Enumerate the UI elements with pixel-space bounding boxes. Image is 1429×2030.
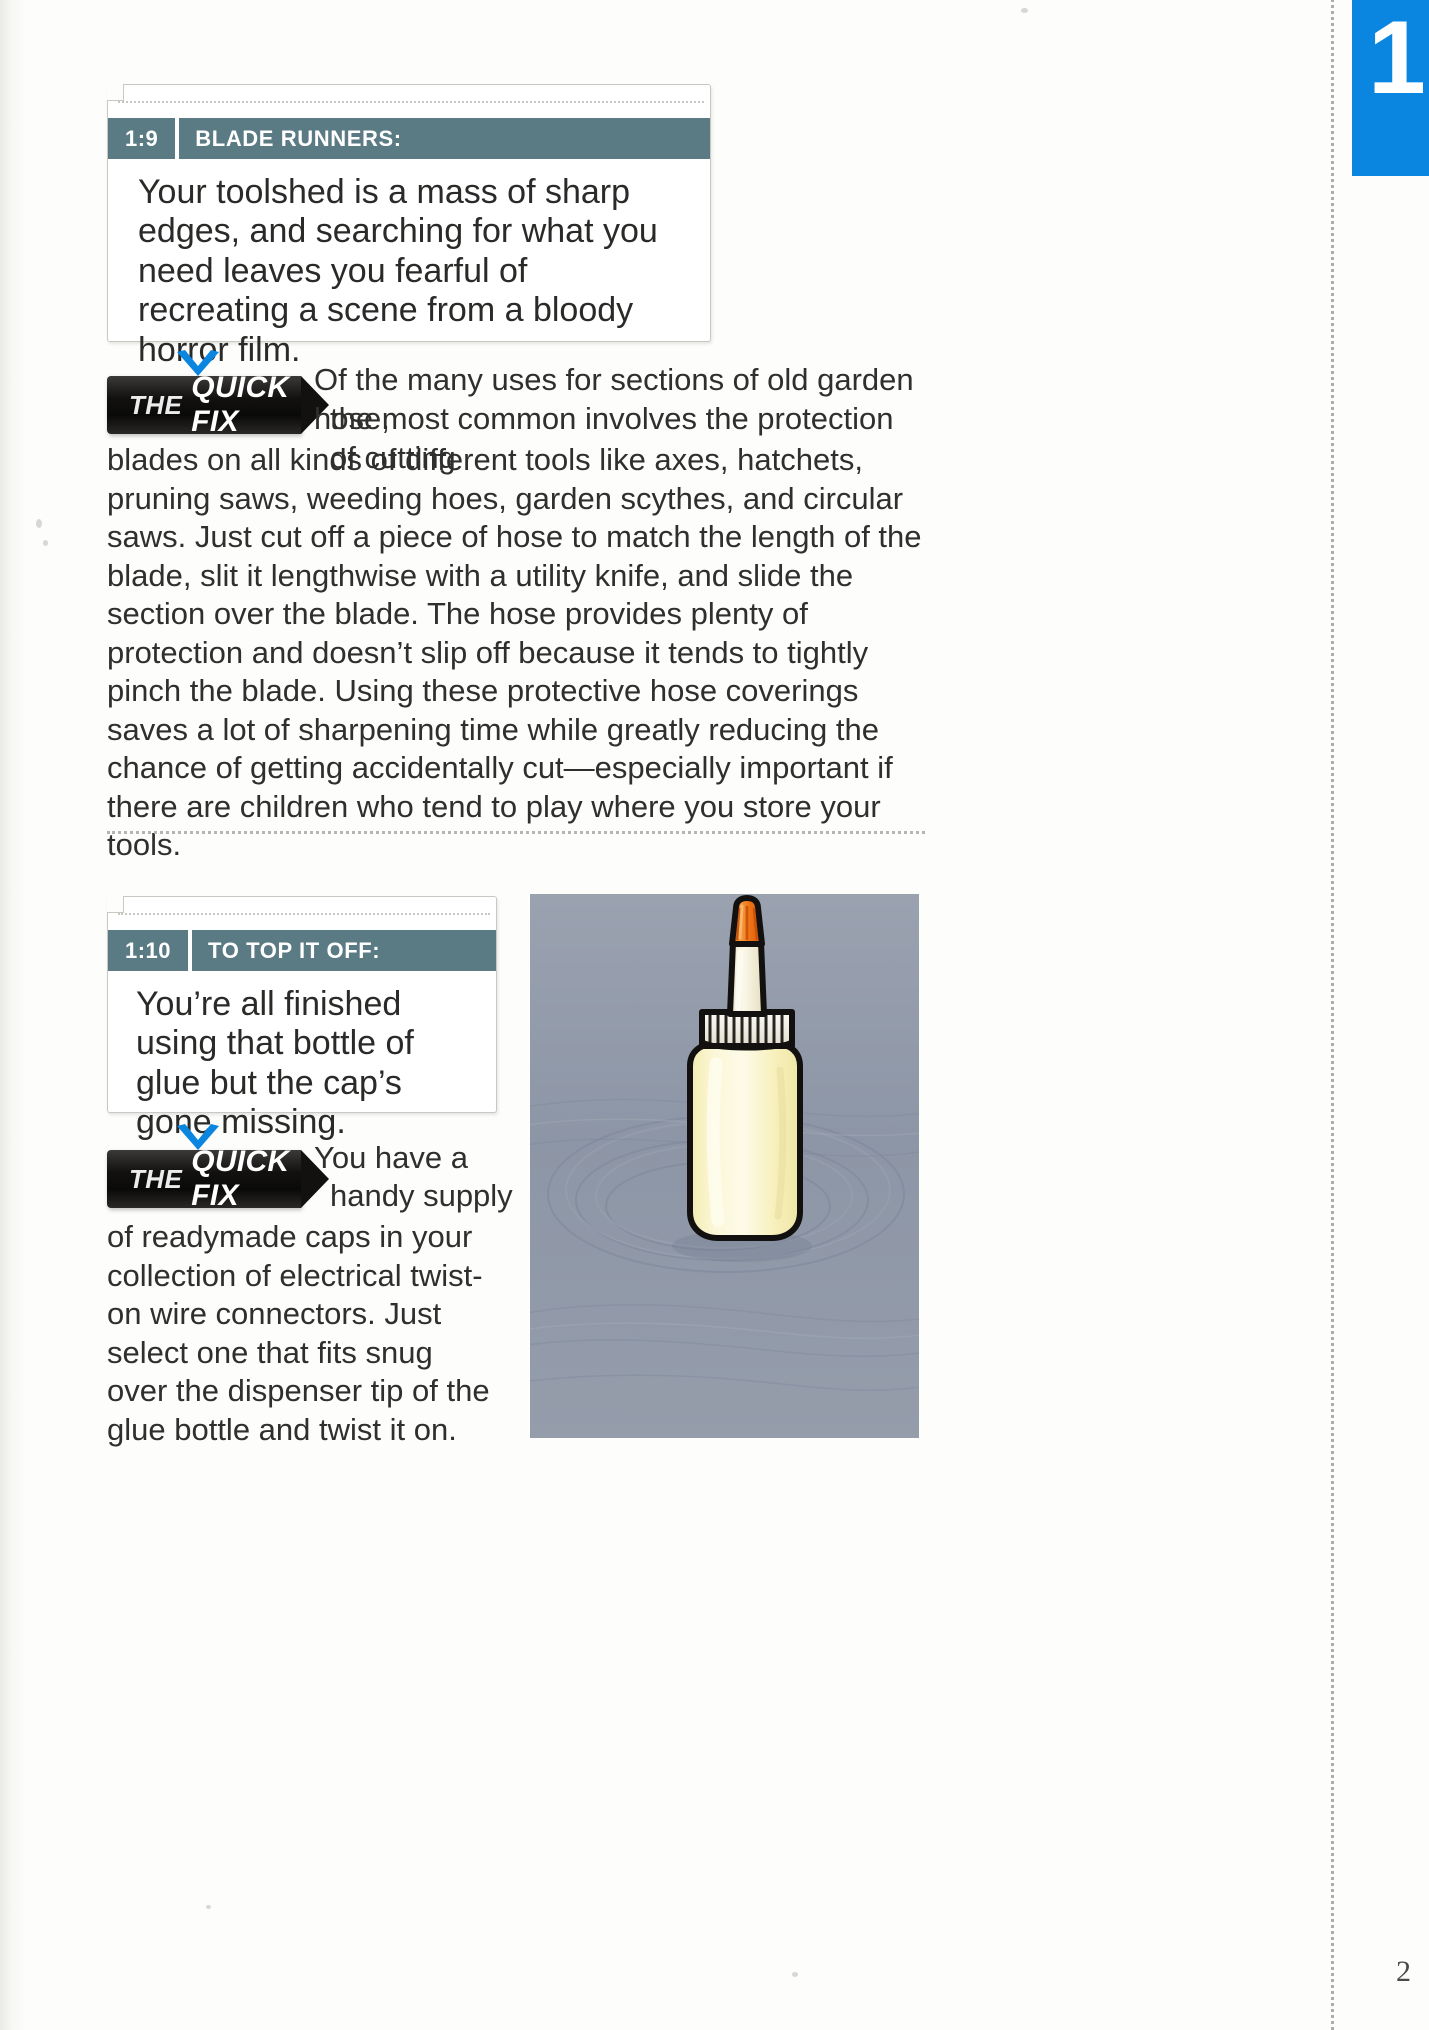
- quick-fix-badge-1: THE QUICK FIX: [107, 371, 329, 438]
- page-fold-corner-icon: [107, 896, 124, 913]
- page-number: 2: [1396, 1955, 1411, 1988]
- tip-header-2: 1:10 TO TOP IT OFF:: [108, 930, 496, 971]
- section-divider: [107, 831, 925, 834]
- book-page: 1 1:9 BLADE RUNNERS: Your toolshed is a …: [0, 0, 1429, 2030]
- tip-header-1: 1:9 BLADE RUNNERS:: [108, 118, 710, 159]
- scan-speck: [43, 540, 48, 546]
- tip-solution-body-2: of readymade caps in your collection of …: [107, 1219, 490, 1447]
- tip-title-2: TO TOP IT OFF:: [192, 930, 496, 971]
- chapter-thumb-tab[interactable]: 1: [1352, 0, 1429, 176]
- tip-callout-box-2: 1:10 TO TOP IT OFF: You’re all finished …: [107, 896, 497, 1141]
- quick-fix-badge-label-2: QUICK FIX: [191, 1145, 290, 1212]
- tip-problem-text-1: Your toolshed is a mass of sharp edges, …: [138, 173, 658, 369]
- scan-speck: [36, 519, 42, 528]
- quick-fix-badge-label-1: QUICK FIX: [191, 371, 290, 438]
- tip-solution-lead-2: You have a: [314, 1140, 469, 1175]
- tip-callout-box-1: 1:9 BLADE RUNNERS: Your toolshed is a ma…: [107, 84, 711, 369]
- quick-fix-badge-prefix-2: THE: [129, 1163, 183, 1194]
- gutter-dotted-rule: [1331, 0, 1334, 2030]
- glue-bottle-illustration: [530, 894, 919, 1438]
- scan-speck: [792, 1972, 798, 1977]
- page-edge-shadow: [0, 0, 26, 2030]
- tip-solution-lead2-2: handy supply: [330, 1178, 513, 1213]
- tip-problem-text-2: You’re all finished using that bottle of…: [136, 985, 414, 1142]
- scan-speck: [206, 1905, 211, 1909]
- tip-title-1: BLADE RUNNERS:: [179, 118, 710, 159]
- tip-solution-body-1: blades on all kinds of different tools l…: [107, 442, 922, 862]
- chapter-thumb-tab-number: 1: [1368, 0, 1426, 116]
- quick-fix-badge-prefix-1: THE: [129, 389, 183, 420]
- scan-speck: [1021, 8, 1028, 13]
- page-fold-corner-icon: [107, 84, 124, 101]
- tip-number-2: 1:10: [108, 930, 189, 971]
- glue-bottle-artwork: [530, 894, 919, 1438]
- quick-fix-badge-2: THE QUICK FIX: [107, 1145, 329, 1212]
- tip-number-1: 1:9: [108, 118, 176, 159]
